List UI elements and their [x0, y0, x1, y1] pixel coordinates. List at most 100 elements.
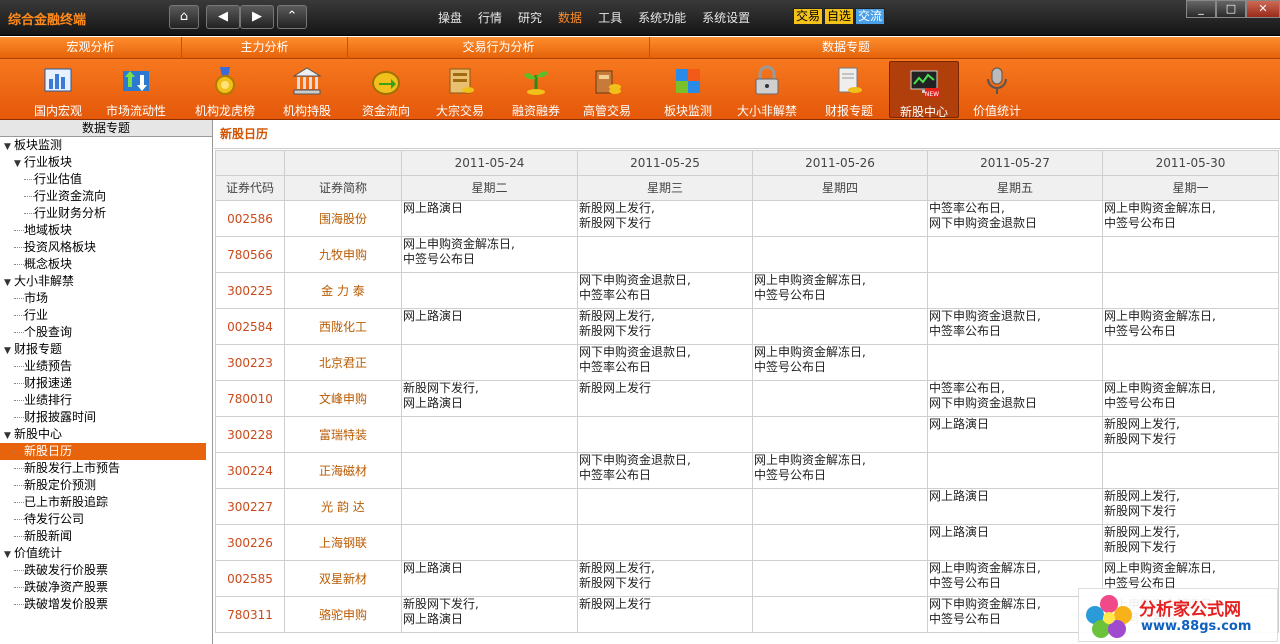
tree-item-15[interactable]: 业绩排行: [0, 392, 212, 409]
tree-item-12[interactable]: ▼ 财报专题: [0, 341, 212, 358]
security-code[interactable]: 780566: [215, 236, 285, 273]
tree-item-2[interactable]: 行业估值: [0, 171, 212, 188]
tool-monitor-new[interactable]: NEW 新股中心: [889, 61, 959, 119]
function-toolbar: 国内宏观 市场流动性 机构龙虎榜 机构持股 资金流向 大宗交易 融资融券 高管交易 板块监测 大小…: [0, 59, 1280, 120]
tree-item-27[interactable]: 跌破增发价股票: [0, 596, 212, 613]
category-data-topics[interactable]: 数据专题: [650, 37, 1042, 59]
tree-item-5[interactable]: 地域板块: [0, 222, 212, 239]
tool-padlock[interactable]: 大小非解禁: [728, 61, 806, 118]
tree-item-16[interactable]: 财报披露时间: [0, 409, 212, 426]
tool-report-coins[interactable]: 财报专题: [810, 61, 888, 118]
table-row[interactable]: 002586 围海股份 网上路演日 新股网上发行, 新股网下发行 中签率公布日, 网下申…: [215, 200, 1279, 237]
security-name[interactable]: 正海磁材: [284, 452, 402, 489]
quick-button-2[interactable]: 交流: [855, 8, 886, 25]
minimize-button[interactable]: _: [1186, 0, 1216, 18]
tree-item-3[interactable]: 行业资金流向: [0, 188, 212, 205]
security-name[interactable]: 九牧申购: [284, 236, 402, 273]
close-button[interactable]: ✕: [1246, 0, 1280, 18]
tree-item-6[interactable]: 投资风格板块: [0, 239, 212, 256]
tree-item-26[interactable]: 跌破净资产股票: [0, 579, 212, 596]
category-main-force[interactable]: 主力分析: [182, 37, 348, 59]
menu-item-1[interactable]: 行情: [478, 9, 502, 26]
tree-item-0[interactable]: ▼ 板块监测: [0, 137, 212, 154]
tree-item-25[interactable]: 跌破发行价股票: [0, 562, 212, 579]
security-code[interactable]: 002584: [215, 308, 285, 345]
table-row[interactable]: 002584 西陇化工 网上路演日 新股网上发行, 新股网下发行 网下申购资金退款日, …: [215, 308, 1279, 345]
quick-button-0[interactable]: 交易: [793, 8, 824, 25]
quick-button-1[interactable]: 自选: [824, 8, 855, 25]
security-code[interactable]: 300228: [215, 416, 285, 453]
security-name[interactable]: 富瑞特装: [284, 416, 402, 453]
security-code[interactable]: 780311: [215, 596, 285, 633]
tree-item-22[interactable]: 待发行公司: [0, 511, 212, 528]
tree-item-8[interactable]: ▼ 大小非解禁: [0, 273, 212, 290]
tool-label: 市场流动性: [105, 104, 166, 118]
security-name[interactable]: 北京君正: [284, 344, 402, 381]
security-name[interactable]: 金 力 泰: [284, 272, 402, 309]
security-code[interactable]: 780010: [215, 380, 285, 417]
security-code[interactable]: 300225: [215, 272, 285, 309]
security-code[interactable]: 002585: [215, 560, 285, 597]
tool-sprout-coins[interactable]: 融资融券: [497, 61, 575, 118]
tree-item-23[interactable]: 新股新闻: [0, 528, 212, 545]
security-name[interactable]: 上海钢联: [284, 524, 402, 561]
tree-item-1[interactable]: ▼ 行业板块: [0, 154, 212, 171]
security-name[interactable]: 骆驼申购: [284, 596, 402, 633]
table-row[interactable]: 300225 金 力 泰 网下申购资金退款日, 中签率公布日 网上申购资金解冻日, 中…: [215, 272, 1279, 309]
tool-microphone[interactable]: 价值统计: [958, 61, 1036, 118]
table-row[interactable]: 300227 光 韵 达 网上路演日 新股网上发行, 新股网下发行: [215, 488, 1279, 525]
tree-item-17[interactable]: ▼ 新股中心: [0, 426, 212, 443]
tool-chart-bars[interactable]: 国内宏观: [19, 61, 97, 118]
tree-item-13[interactable]: 业绩预告: [0, 358, 212, 375]
security-code[interactable]: 300227: [215, 488, 285, 525]
table-row[interactable]: 300223 北京君正 网下申购资金退款日, 中签率公布日 网上申购资金解冻日, 中签…: [215, 344, 1279, 381]
tool-briefcase-coins[interactable]: 高管交易: [568, 61, 646, 118]
tree-item-18[interactable]: 新股日历: [0, 443, 206, 460]
table-row[interactable]: 780010 文峰申购 新股网下发行, 网上路演日 新股网上发行 中签率公布日, 网下申…: [215, 380, 1279, 417]
tree-item-4[interactable]: 行业财务分析: [0, 205, 212, 222]
table-row[interactable]: 300224 正海磁材 网下申购资金退款日, 中签率公布日 网上申购资金解冻日, 中签…: [215, 452, 1279, 489]
tree-item-19[interactable]: 新股发行上市预告: [0, 460, 212, 477]
scroll-up-button[interactable]: ⌃: [277, 5, 307, 29]
table-row[interactable]: 300226 上海钢联 网上路演日 新股网上发行, 新股网下发行: [215, 524, 1279, 561]
security-code[interactable]: 300223: [215, 344, 285, 381]
event-cell: [927, 344, 1103, 381]
category-macro[interactable]: 宏观分析: [0, 37, 182, 59]
forward-button[interactable]: ▶: [240, 5, 274, 29]
security-name[interactable]: 西陇化工: [284, 308, 402, 345]
tool-medal[interactable]: 机构龙虎榜: [186, 61, 264, 118]
tool-coin-arrow[interactable]: 资金流向: [347, 61, 425, 118]
back-button[interactable]: ◀: [206, 5, 240, 29]
menu-item-6[interactable]: 系统设置: [702, 9, 750, 26]
security-name[interactable]: 围海股份: [284, 200, 402, 237]
event-cell: [577, 524, 753, 561]
tree-item-10[interactable]: 行业: [0, 307, 212, 324]
security-name[interactable]: 双星新材: [284, 560, 402, 597]
maximize-button[interactable]: □: [1216, 0, 1246, 18]
table-row[interactable]: 300228 富瑞特装 网上路演日 新股网上发行, 新股网下发行: [215, 416, 1279, 453]
tool-bank-building[interactable]: 机构持股: [268, 61, 346, 118]
tool-gold-bars[interactable]: 大宗交易: [421, 61, 499, 118]
security-code[interactable]: 300224: [215, 452, 285, 489]
tree-item-24[interactable]: ▼ 价值统计: [0, 545, 212, 562]
tree-item-20[interactable]: 新股定价预测: [0, 477, 212, 494]
menu-item-2[interactable]: 研究: [518, 9, 542, 26]
tool-chart-arrows[interactable]: 市场流动性: [97, 61, 175, 118]
security-code[interactable]: 300226: [215, 524, 285, 561]
tree-item-9[interactable]: 市场: [0, 290, 212, 307]
home-button[interactable]: ⌂: [169, 5, 199, 29]
menu-item-3[interactable]: 数据: [558, 9, 582, 26]
security-code[interactable]: 002586: [215, 200, 285, 237]
tool-blocks[interactable]: 板块监测: [649, 61, 727, 118]
table-row[interactable]: 780566 九牧申购 网上申购资金解冻日, 中签号公布日: [215, 236, 1279, 273]
tree-item-11[interactable]: 个股查询: [0, 324, 212, 341]
security-name[interactable]: 文峰申购: [284, 380, 402, 417]
security-name[interactable]: 光 韵 达: [284, 488, 402, 525]
tree-item-21[interactable]: 已上市新股追踪: [0, 494, 212, 511]
tree-item-14[interactable]: 财报速递: [0, 375, 212, 392]
menu-item-4[interactable]: 工具: [598, 9, 622, 26]
menu-item-0[interactable]: 操盘: [438, 9, 462, 26]
menu-item-5[interactable]: 系统功能: [638, 9, 686, 26]
tree-item-7[interactable]: 概念板块: [0, 256, 212, 273]
category-trading-behavior[interactable]: 交易行为分析: [348, 37, 650, 59]
